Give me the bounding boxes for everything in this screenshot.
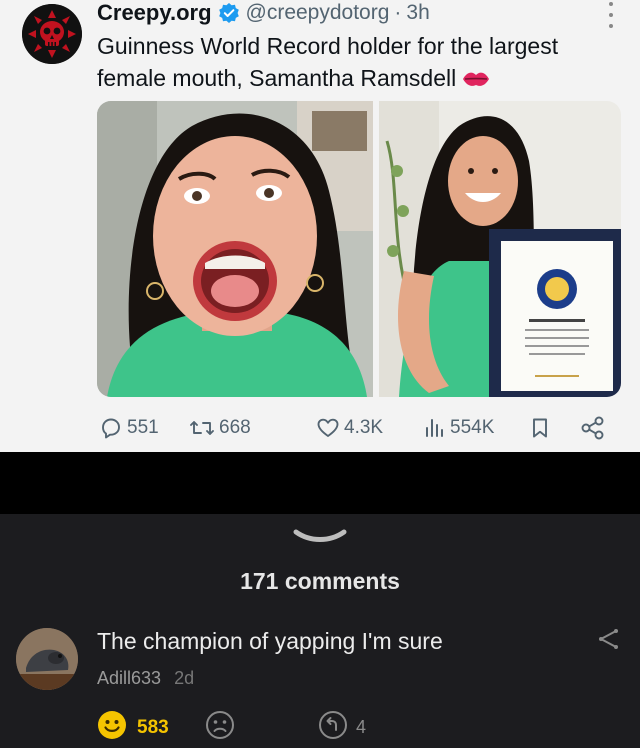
verified-badge-icon [218,2,240,24]
separator-dot: · [394,1,402,24]
comment-actions: 583 4 [97,710,397,742]
bookmark-icon [528,416,552,440]
share-arrow-icon[interactable] [596,626,622,657]
timestamp[interactable]: 3h [406,1,429,25]
views-count: 554K [450,417,495,438]
bookmark-button[interactable] [528,416,552,440]
comment-username[interactable]: Adill633 [97,668,161,688]
sad-face-icon [205,711,235,744]
handle[interactable]: @creepydotorg [246,1,390,25]
tweet-card[interactable]: Creepy.org @creepydotorg · 3h Guinness W… [0,0,640,452]
tweet-media[interactable] [97,101,621,397]
comment-dislike-button[interactable] [205,710,235,745]
photo-open-mouth[interactable] [97,101,373,397]
like-button[interactable]: 4.3K [316,416,383,440]
retweet-count: 668 [219,417,251,438]
tweet-actions: 551 668 4.3K 554K [97,410,625,446]
divider-band [0,452,640,514]
retweet-icon [189,416,215,440]
like-count: 4.3K [344,417,384,438]
share-nodes-icon [580,415,606,441]
reply-arrow-icon [318,710,348,745]
comments-panel: 171 comments The champion of yapping I'm… [0,514,640,748]
reply-button[interactable]: 551 [99,416,159,440]
retweet-button[interactable]: 668 [189,416,251,440]
tweet-header: Creepy.org @creepydotorg · 3h [97,0,430,28]
reply-count: 551 [127,417,159,438]
commenter-avatar[interactable] [16,628,78,690]
comment-meta: Adill633 2d [97,668,194,689]
heart-icon [316,416,340,440]
comment-text: The champion of yapping I'm sure [97,628,443,654]
display-name[interactable]: Creepy.org [97,0,212,26]
share-button[interactable] [580,415,606,441]
comment-age: 2d [174,668,195,688]
reply-icon [99,416,123,440]
comment-like-count: 583 [137,717,169,738]
smiley-face-icon [97,710,127,746]
comment-reply-count: 4 [356,717,367,737]
photo-with-certificate[interactable] [379,101,621,397]
comment-reply-button[interactable]: 4 [318,710,366,745]
comments-count: 171 comments [240,568,400,594]
lips-emoji-icon [462,65,490,97]
views-icon [422,416,446,440]
tweet-text: Guinness World Record holder for the lar… [97,30,622,97]
chevron-down-icon[interactable] [292,526,348,553]
views-button[interactable]: 554K [422,416,494,440]
comment-like-button[interactable]: 583 [97,710,169,746]
more-options-icon[interactable] [606,2,616,28]
creepy-skull-avatar[interactable] [22,4,82,64]
